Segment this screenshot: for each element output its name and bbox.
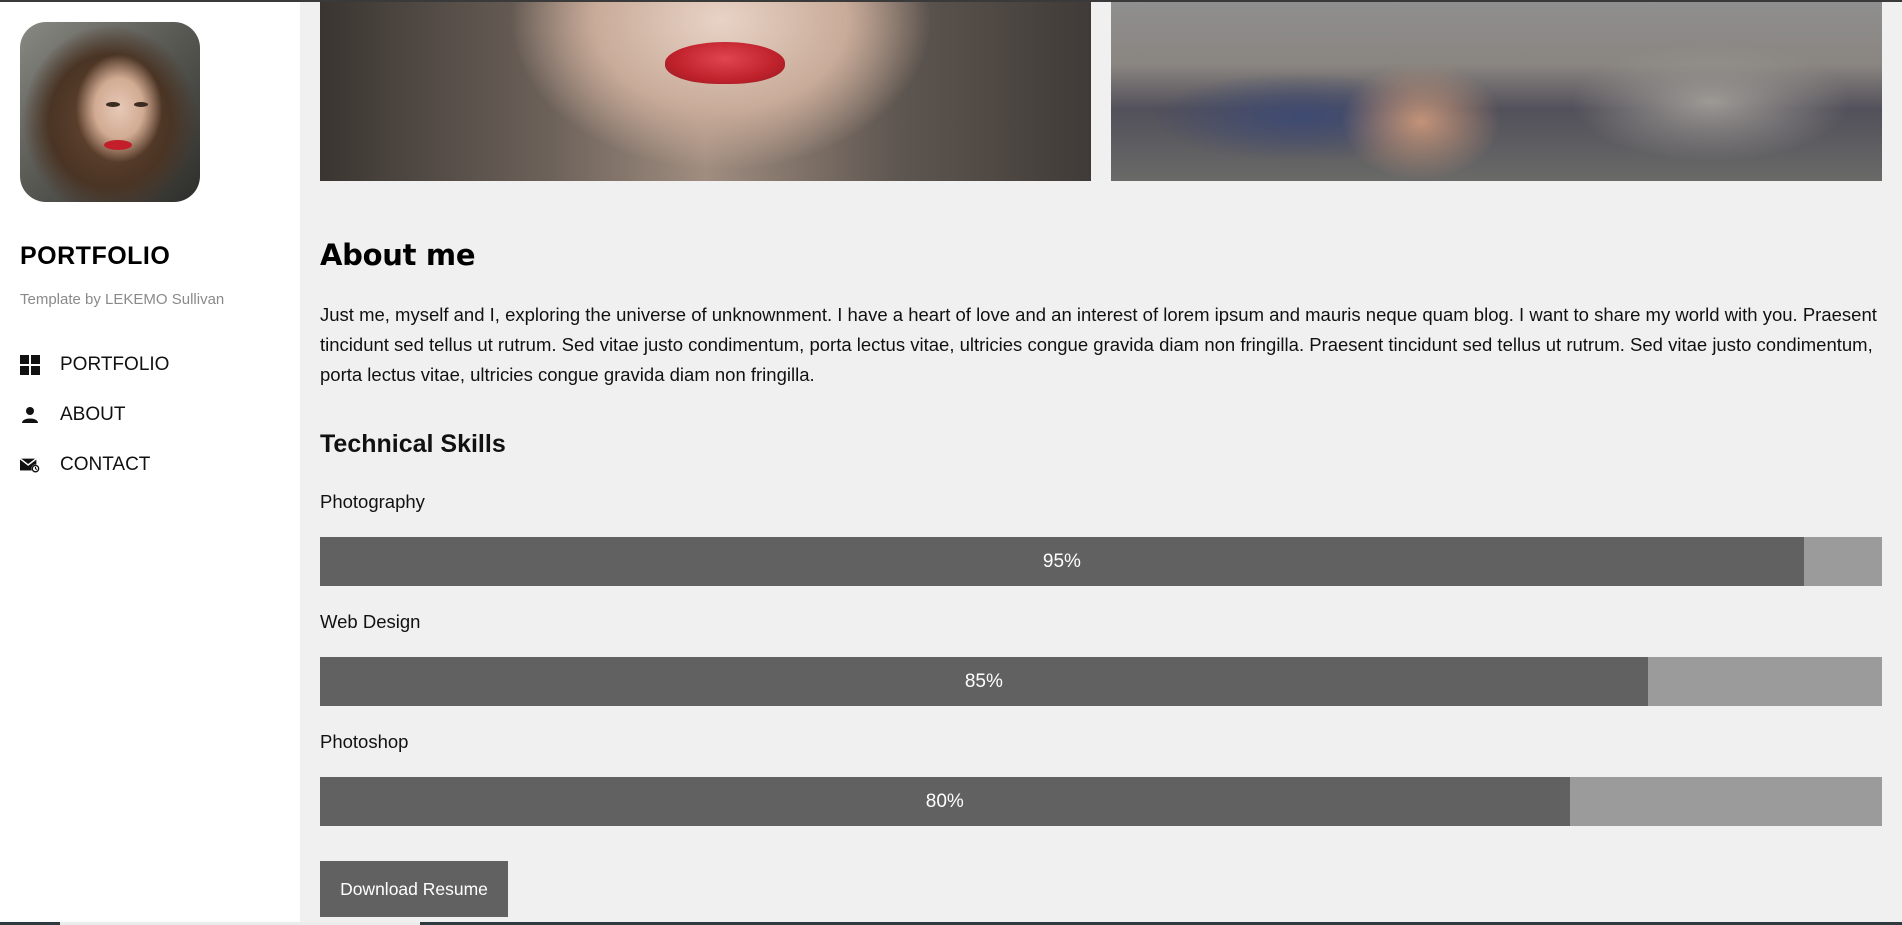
avatar [20, 22, 200, 202]
skill-bar: 80% [320, 777, 1882, 826]
avatar-eye [134, 102, 148, 107]
brand-title: PORTFOLIO [20, 242, 171, 270]
skill-bar: 95% [320, 537, 1882, 586]
photo-lips [665, 42, 785, 84]
skill-label: Photoshop [320, 731, 409, 752]
skill-bar-fill: 80% [320, 777, 1570, 826]
skills-heading: Technical Skills [320, 430, 506, 458]
nav-item-label: PORTFOLIO [60, 354, 170, 375]
sidebar: PORTFOLIO Template by LEKEMO Sullivan PO… [0, 0, 300, 925]
window-top-border [0, 0, 1902, 2]
skill-bar-fill: 95% [320, 537, 1804, 586]
download-resume-button[interactable]: Download Resume [320, 861, 508, 917]
template-byline: Template by LEKEMO Sullivan [20, 291, 225, 308]
person-icon [20, 405, 40, 425]
sidebar-nav: PORTFOLIO ABOUT CONTACT [0, 340, 300, 490]
photo-blur [1571, 42, 1851, 162]
about-heading: About me [320, 238, 476, 272]
skill-bar-fill: 85% [320, 657, 1648, 706]
photo-blur [1341, 62, 1501, 181]
about-paragraph: Just me, myself and I, exploring the uni… [320, 304, 1877, 385]
nav-item-portfolio[interactable]: PORTFOLIO [0, 340, 300, 390]
mail-icon [20, 455, 40, 475]
portfolio-photo[interactable] [320, 2, 1091, 181]
portfolio-photo[interactable] [1111, 2, 1882, 181]
grid-icon [20, 355, 40, 375]
avatar-lips [104, 140, 132, 150]
skill-bar: 85% [320, 657, 1882, 706]
avatar-eye [106, 102, 120, 107]
nav-item-label: ABOUT [60, 404, 126, 425]
nav-item-about[interactable]: ABOUT [0, 390, 300, 440]
photo-strip [320, 2, 1882, 181]
nav-item-contact[interactable]: CONTACT [0, 440, 300, 490]
nav-item-label: CONTACT [60, 454, 151, 475]
skill-label: Photography [320, 491, 425, 512]
skill-label: Web Design [320, 611, 421, 632]
